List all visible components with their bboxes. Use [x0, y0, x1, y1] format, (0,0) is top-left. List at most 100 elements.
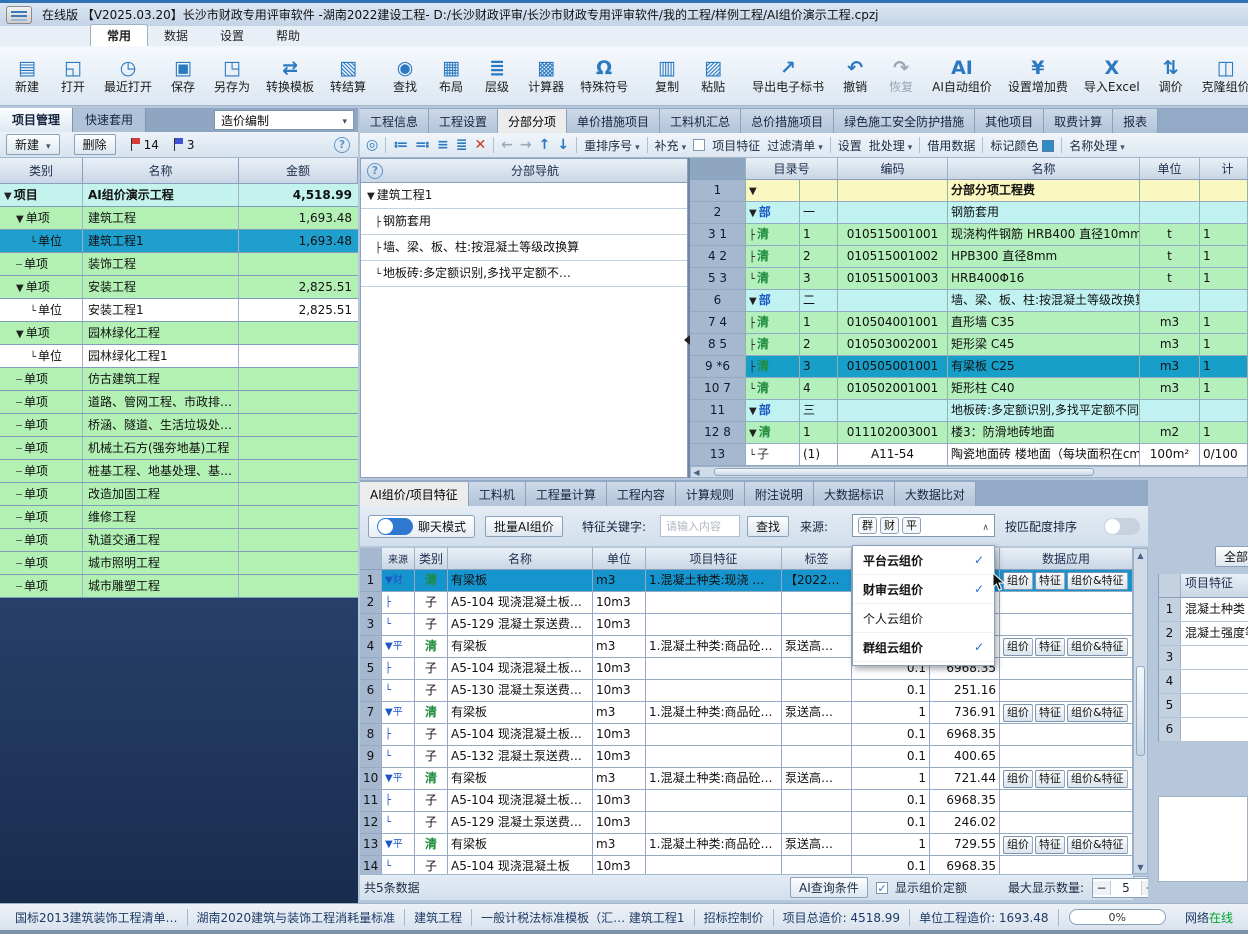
delete-row-icon[interactable]: ✕ [474, 137, 486, 153]
scroll-down-icon[interactable]: ▼ [1135, 862, 1146, 872]
toolbar-button[interactable]: ▧ 转结算 [322, 54, 374, 97]
hide-rows-icon[interactable]: ◎ [366, 137, 378, 153]
project-tree-row[interactable]: ▼单项 园林绿化工程 [0, 322, 358, 345]
toolbar-button[interactable]: Ω 特殊符号 [572, 54, 636, 97]
project-tree-row[interactable]: ┄单项 桩基工程、地基处理、基… [0, 460, 358, 483]
pricing-row[interactable]: 1 ▼财 清 有梁板 m3 1.混凝土种类:现浇 … 【2022… 组价 特征 … [360, 570, 1133, 592]
pricing-row[interactable]: 9 └ 子 A5-132 混凝土泵送费… 10m3 0.1 400.65 组价 … [360, 746, 1133, 768]
source-tag[interactable]: 平 [902, 517, 921, 534]
tree-expander-icon[interactable]: ▼ [749, 208, 757, 219]
toolbar-button[interactable]: ▣ 保存 [160, 54, 206, 97]
worksheet-tab[interactable]: 取费计算 [1044, 109, 1113, 133]
toolbar-button[interactable]: ▦ 布局 [428, 54, 474, 97]
apply-feature-button[interactable]: 特征 [1035, 770, 1065, 788]
nav-item[interactable]: └地板砖:多定额识别,多找平定额不… [361, 261, 687, 287]
project-tree-row[interactable]: └单位 安装工程1 2,825.51 [0, 299, 358, 322]
apply-all-button[interactable]: 全部应用 [1215, 546, 1248, 567]
toolbar-button[interactable]: ⇅ 调价 [1148, 54, 1194, 97]
pricing-row[interactable]: 12 └ 子 A5-129 混凝土泵送费… 10m3 0.1 246.02 组价… [360, 812, 1133, 834]
feature-row[interactable]: 5 [1159, 694, 1248, 718]
resort-button[interactable]: 重排序号 [584, 137, 640, 154]
tree-expander-icon[interactable]: └ [30, 352, 36, 363]
ai-query-button[interactable]: AI查询条件 [790, 877, 868, 898]
vertical-scrollbar[interactable]: ▲ ▼ [1133, 548, 1148, 874]
toolbar-button[interactable]: ◳ 另存为 [206, 54, 258, 97]
collapse-icon[interactable]: ≡ [437, 137, 449, 153]
pricing-row[interactable]: 6 └ 子 A5-130 混凝土泵送费… 10m3 0.1 251.16 组价 … [360, 680, 1133, 702]
tree-expander-icon[interactable]: ┄ [16, 582, 22, 593]
toolbar-button[interactable]: ↷ 恢复 [878, 54, 924, 97]
apply-price-button[interactable]: 组价 [1003, 704, 1033, 722]
apply-feature-button[interactable]: 特征 [1035, 572, 1065, 590]
apply-price-button[interactable]: 组价 [1003, 572, 1033, 590]
toolbar-button[interactable]: ◱ 打开 [50, 54, 96, 97]
source-dropdown-option[interactable]: 平台云组价 [853, 546, 994, 575]
feature-row[interactable]: 6 [1159, 718, 1248, 742]
tree-expander-icon[interactable]: ┄ [16, 375, 22, 386]
apply-price-button[interactable]: 组价 [1003, 770, 1033, 788]
tree-expander-icon[interactable]: ▼ [16, 214, 24, 225]
tree-expander-icon[interactable]: ├ [749, 340, 755, 351]
boq-row[interactable]: 4 2 ├清 2 010515001002 HPB300 直径8mm t 1 [690, 246, 1248, 268]
red-flag-counter[interactable]: 14 [130, 138, 159, 152]
worksheet-tab[interactable]: 报表 [1113, 109, 1158, 133]
toolbar-button[interactable]: ¥ 设置增加费 [1000, 54, 1076, 97]
tree-expander-icon[interactable]: ┄ [16, 444, 22, 455]
tree-expander-icon[interactable]: ▼ [4, 191, 12, 202]
worksheet-tab[interactable]: 其他项目 [975, 109, 1044, 133]
move-down-icon[interactable]: ↓ [557, 137, 569, 153]
apply-feature-button[interactable]: 特征 [1035, 836, 1065, 854]
project-panel-tab[interactable]: 快速套用 [73, 108, 146, 132]
tree-expander-icon[interactable]: ▼ [749, 406, 757, 417]
pricing-row[interactable]: 14 └ 子 A5-104 现浇混凝土板 10m3 0.1 6968.35 组价… [360, 856, 1133, 874]
chat-mode-toggle[interactable]: 聊天模式 [368, 515, 475, 538]
expand-icon[interactable]: ≣ [456, 137, 468, 153]
pricing-row[interactable]: 3 └ 子 A5-129 混凝土泵送费… 10m3 组价 特征 组价&特征 [360, 614, 1133, 636]
apply-price-feature-button[interactable]: 组价&特征 [1067, 770, 1128, 788]
worksheet-tab[interactable]: 工料机汇总 [660, 109, 741, 133]
detail-tab[interactable]: 大数据标识 [814, 482, 895, 506]
project-tree-row[interactable]: ┄单项 装饰工程 [0, 253, 358, 276]
menu-item[interactable]: 常用 [90, 24, 148, 46]
tree-expander-icon[interactable]: └ [749, 274, 755, 285]
tree-expander-icon[interactable]: ▼ [16, 329, 24, 340]
batch-ai-pricing-button[interactable]: 批量AI组价 [485, 516, 563, 537]
detail-tab[interactable]: 计算规则 [676, 482, 745, 506]
worksheet-tab[interactable]: 分部分项 [498, 109, 567, 133]
boq-row[interactable]: 8 5 ├清 2 010503002001 矩形梁 C45 m3 1 [690, 334, 1248, 356]
pricing-mode-select[interactable]: 造价编制 [214, 110, 354, 130]
tree-expander-icon[interactable]: ▼ [749, 186, 757, 197]
project-tree-row[interactable]: ▼单项 安装工程 2,825.51 [0, 276, 358, 299]
detail-tab[interactable]: 工程内容 [607, 482, 676, 506]
project-tree-row[interactable]: ┄单项 轨道交通工程 [0, 529, 358, 552]
tree-expander-icon[interactable]: └ [749, 384, 755, 395]
boq-row[interactable]: 12 8 ▼清 1 011102003001 楼3：防滑地砖地面 m2 1 [690, 422, 1248, 444]
tree-expander-icon[interactable]: ┄ [16, 559, 22, 570]
toolbar-button[interactable]: ▨ 粘贴 [690, 54, 736, 97]
toolbar-button[interactable]: AI AI自动组价 [924, 54, 1000, 97]
project-tree-row[interactable]: ┄单项 城市照明工程 [0, 552, 358, 575]
toolbar-button[interactable]: ≣ 层级 [474, 54, 520, 97]
project-tree-row[interactable]: └单位 建筑工程1 1,693.48 [0, 230, 358, 253]
apply-price-button[interactable]: 组价 [1003, 836, 1033, 854]
scroll-up-icon[interactable]: ▲ [1135, 550, 1146, 560]
project-tree-row[interactable]: ▼项目 AI组价演示工程 4,518.99 [0, 184, 358, 207]
toolbar-button[interactable]: ⇄ 转换模板 [258, 54, 322, 97]
tree-expander-icon[interactable]: ▼ [749, 296, 757, 307]
nav-item[interactable]: ├墙、梁、板、柱:按混凝土等级改换算 [361, 235, 687, 261]
match-sort-toggle[interactable] [1104, 518, 1140, 535]
nav-root-item[interactable]: ▼建筑工程1 [361, 183, 687, 209]
new-project-button[interactable]: 新建 [6, 134, 60, 155]
project-tree-row[interactable]: ▼单项 建筑工程 1,693.48 [0, 207, 358, 230]
tree-expander-icon[interactable]: ┄ [16, 513, 22, 524]
toolbar-button[interactable]: ◷ 最近打开 [96, 54, 160, 97]
help-icon[interactable] [334, 137, 350, 153]
tree-expander-icon[interactable]: ┄ [16, 260, 22, 271]
batch-button[interactable]: 批处理 [869, 137, 913, 154]
toolbar-button[interactable]: ▥ 复制 [644, 54, 690, 97]
detail-tab[interactable]: 工程量计算 [526, 482, 607, 506]
tree-expander-icon[interactable]: └ [749, 450, 755, 461]
apply-feature-button[interactable]: 特征 [1035, 704, 1065, 722]
toolbar-button[interactable]: ↗ 导出电子标书 [744, 54, 832, 97]
detail-tab[interactable]: 工料机 [469, 482, 526, 506]
